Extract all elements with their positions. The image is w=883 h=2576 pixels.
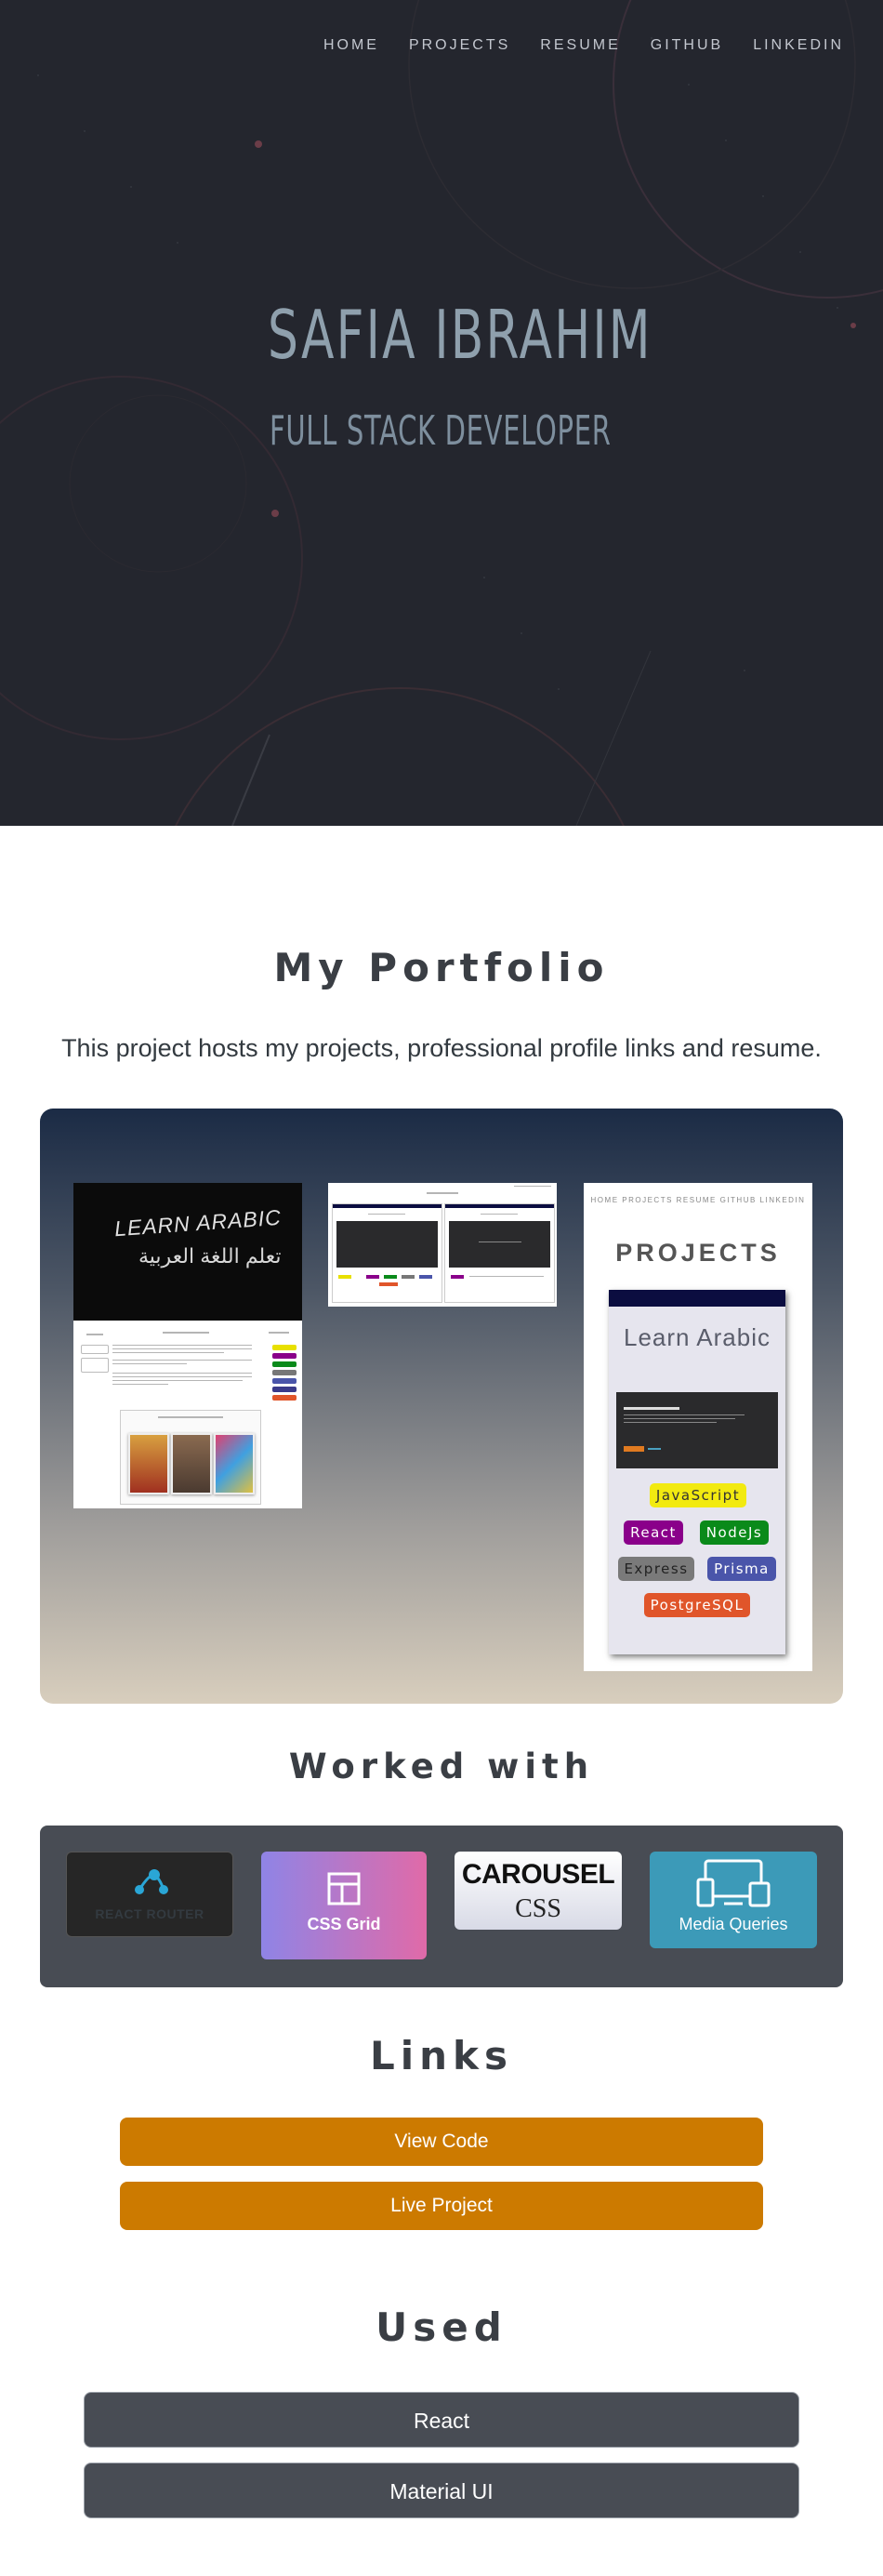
worked-with-title: Worked with <box>288 1746 595 1786</box>
hero-name: SAFIA IBRAHIM <box>268 296 652 374</box>
portfolio-description: This project hosts my projects, professi… <box>61 1034 822 1062</box>
projects-mobile-screenshot: HOME PROJECTS RESUME GITHUB LINKEDIN PRO… <box>584 1183 812 1671</box>
hero-role: FULL STACK DEVELOPER <box>270 407 612 455</box>
tag-postgresql: PostgreSQL <box>644 1593 750 1617</box>
screenshot-gallery: LEARN ARABIC تعلم اللغة العربية HOME PRO… <box>40 1109 843 1704</box>
tile-carousel-css: CAROUSEL CSS <box>455 1852 622 1930</box>
mini-nav: HOME PROJECTS RESUME GITHUB LINKEDIN <box>590 1196 806 1204</box>
tag-nodejs: NodeJs <box>700 1520 769 1545</box>
tile-css-grid: CSS Grid <box>261 1852 427 1959</box>
tag-javascript: JavaScript <box>650 1483 746 1507</box>
used-material-ui-button[interactable]: Material UI <box>84 2463 799 2518</box>
project-card-title: Learn Arabic <box>624 1323 771 1351</box>
react-router-icon <box>135 1869 168 1894</box>
hero-section: HOME PROJECTS RESUME GITHUB LINKEDIN SAF… <box>0 0 883 826</box>
live-project-button[interactable]: Live Project <box>120 2182 763 2230</box>
project-card-preview <box>616 1392 778 1468</box>
nav-home-link[interactable]: HOME <box>323 37 379 54</box>
tile-react-router: REACT ROUTER <box>66 1852 233 1937</box>
nav-github-link[interactable]: GITHUB <box>651 37 723 54</box>
chalkboard-banner: LEARN ARABIC تعلم اللغة العربية <box>73 1183 302 1321</box>
screenshot-body <box>73 1321 302 1508</box>
view-code-button[interactable]: View Code <box>120 2118 763 2166</box>
nav-projects-link[interactable]: PROJECTS <box>409 37 510 54</box>
css-label: CSS <box>515 1894 561 1923</box>
worked-with-panel: REACT ROUTER CSS Grid CAROUSEL CSS Media… <box>40 1826 843 1987</box>
nav-linkedin-link[interactable]: LINKEDIN <box>753 37 844 54</box>
topic-cards <box>120 1410 261 1505</box>
learn-arabic-desktop-screenshot: LEARN ARABIC تعلم اللغة العربية <box>73 1183 302 1508</box>
carousel-label: CAROUSEL <box>461 1859 615 1890</box>
react-router-label: REACT ROUTER <box>95 1906 204 1921</box>
links-title: Links <box>370 2033 513 2078</box>
media-queries-label: Media Queries <box>679 1915 788 1933</box>
tag-column <box>272 1345 297 1401</box>
chalk-text-arabic: تعلم اللغة العربية <box>138 1244 282 1268</box>
css-grid-label: CSS Grid <box>307 1915 381 1933</box>
used-react-button[interactable]: React <box>84 2392 799 2448</box>
tag-prisma: Prisma <box>707 1557 776 1581</box>
devices-icon <box>696 1859 771 1907</box>
projects-heading: PROJECTS <box>615 1239 781 1267</box>
nav-resume-link[interactable]: RESUME <box>540 37 620 54</box>
chalk-text-english: LEARN ARABIC <box>113 1204 283 1242</box>
grid-layout-icon <box>327 1872 361 1905</box>
projects-overview-screenshot <box>328 1183 557 1307</box>
tag-react: React <box>624 1520 683 1545</box>
portfolio-title: My Portfolio <box>273 945 610 990</box>
used-title: Used <box>376 2304 507 2350</box>
tile-media-queries: Media Queries <box>650 1852 817 1948</box>
tag-express: Express <box>618 1557 694 1581</box>
project-card: Learn Arabic JavaScript React NodeJs Exp… <box>609 1290 785 1654</box>
top-nav: HOME PROJECTS RESUME GITHUB LINKEDIN <box>323 37 844 54</box>
